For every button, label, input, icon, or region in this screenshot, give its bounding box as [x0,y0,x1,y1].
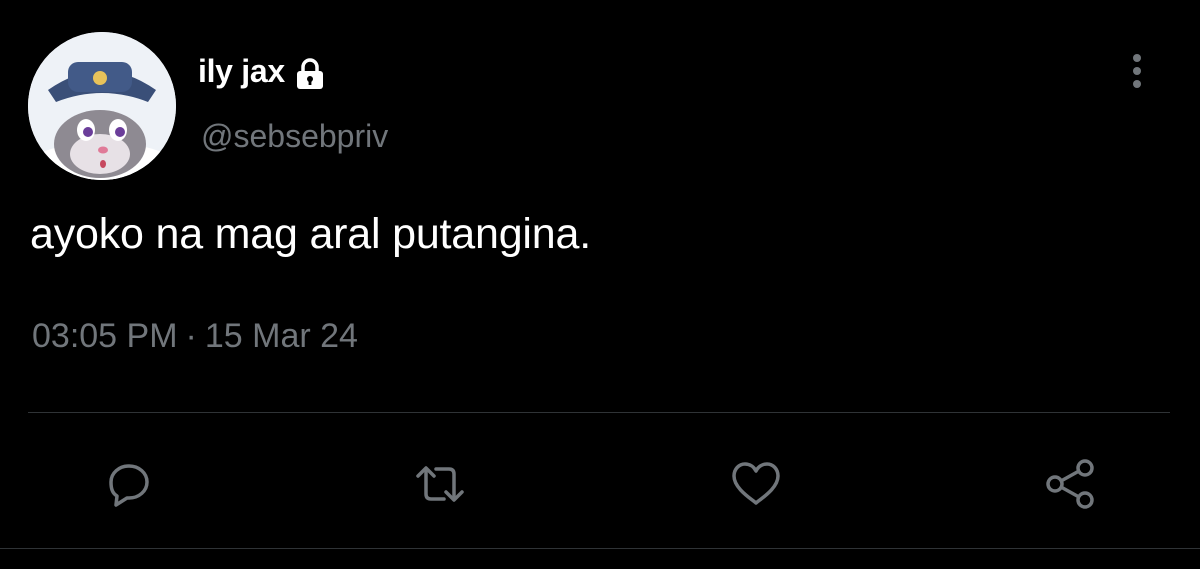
avatar[interactable] [28,32,176,180]
retweet-icon [416,466,464,502]
reply-icon [109,464,149,507]
display-name-row: ily jax [198,47,329,95]
retweet-button[interactable] [412,456,468,512]
user-handle[interactable]: @sebsebpriv [201,118,388,155]
reply-button[interactable] [101,456,157,512]
tweet-card: ily jax @sebsebpriv ayoko na mag aral pu… [0,0,1200,569]
tweet-text: ayoko na mag aral putangina. [30,210,591,258]
share-icon [1046,459,1094,509]
divider [28,412,1170,413]
display-name[interactable]: ily jax [198,53,285,90]
lock-icon [291,55,329,93]
tweet-time: 03:05 PM [32,317,178,355]
share-button[interactable] [1043,456,1099,512]
like-button[interactable] [728,456,784,512]
more-options-icon[interactable] [1120,50,1154,92]
tweet-timestamp[interactable]: 03:05 PM · 15 Mar 24 [32,317,358,356]
meta-separator: · [185,317,197,355]
tweet-date: 15 Mar 24 [204,317,358,355]
heart-icon [732,462,780,505]
bottom-divider [0,548,1200,549]
bunny-avatar-icon [28,32,176,180]
